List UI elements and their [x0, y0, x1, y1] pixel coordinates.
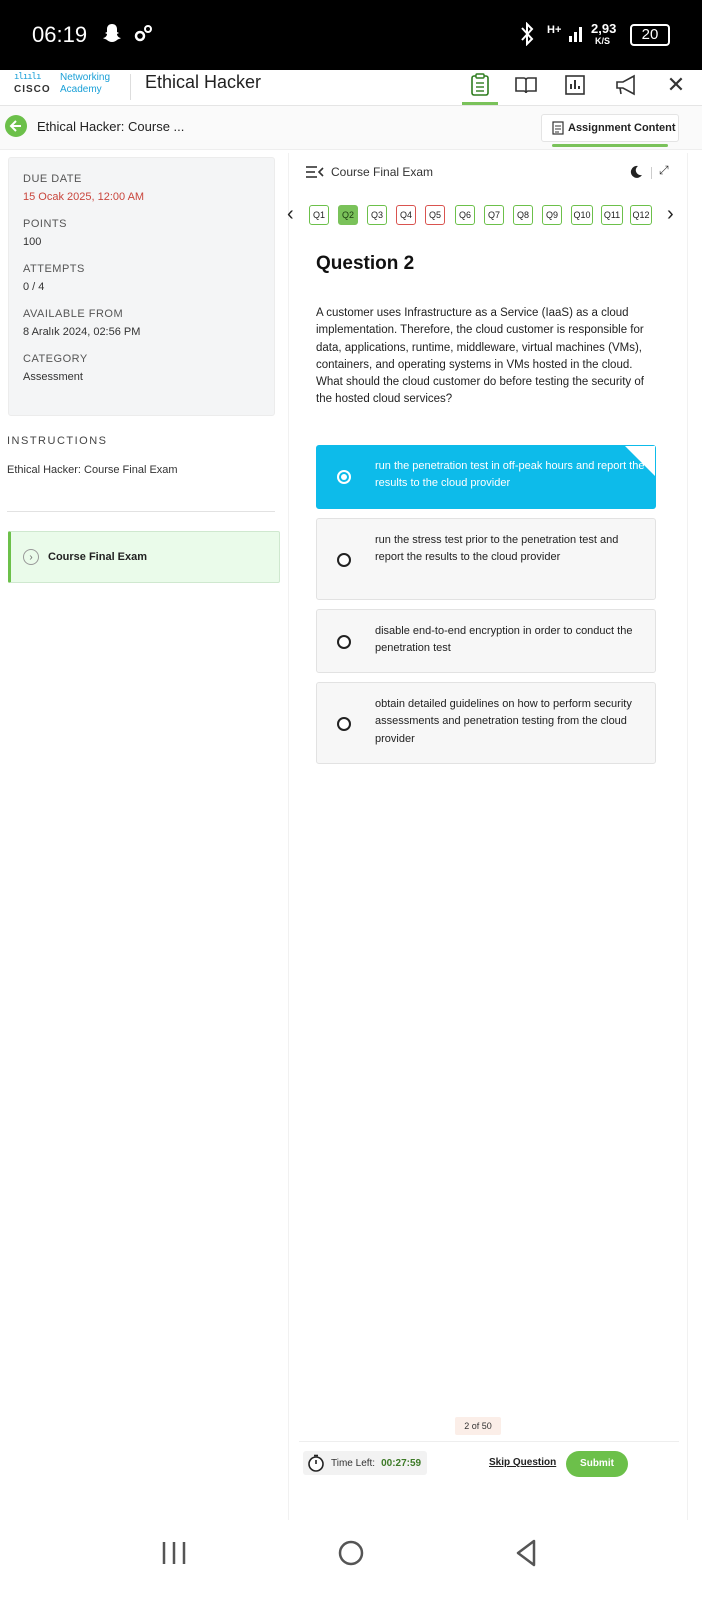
answer-option-text: run the stress test prior to the penetra… — [375, 534, 619, 564]
submit-button[interactable]: Submit — [566, 1451, 628, 1477]
app-title: Ethical Hacker — [145, 72, 262, 92]
breadcrumb-title[interactable]: Ethical Hacker: Course ... — [37, 119, 184, 134]
radio-icon — [337, 635, 351, 649]
exam-panel: Course Final Exam ⤢ ‹ Q1 Q2 Q3 Q4 Q5 Q6 Q7 Q8 Q9… — [287, 153, 689, 1523]
status-time: 06:19 — [32, 22, 88, 47]
network-type: H+ — [547, 24, 562, 36]
due-date-label: DUE DATE — [23, 173, 82, 185]
radio-selected-icon — [337, 470, 351, 484]
cisco-bridge-icon: ılıılı — [14, 72, 41, 82]
header-separator — [651, 167, 652, 179]
radio-icon — [337, 553, 351, 567]
footer-divider — [299, 1441, 679, 1442]
question-button-4[interactable]: Q4 — [396, 205, 416, 225]
battery-indicator: 20 — [630, 24, 670, 46]
category-value: Assessment — [23, 371, 83, 383]
active-tool-underline — [462, 102, 498, 105]
battery-level: 20 — [641, 26, 659, 43]
snapchat-icon — [101, 22, 123, 50]
close-icon[interactable]: ✕ — [661, 70, 691, 100]
timer: Time Left: 00:27:59 — [303, 1451, 427, 1475]
answer-option-3[interactable]: disable end-to-end encryption in order t… — [316, 609, 656, 673]
category-label: CATEGORY — [23, 353, 88, 365]
megaphone-icon[interactable] — [612, 70, 642, 100]
logo-company: CISCO — [14, 84, 51, 95]
breadcrumb-bar: Ethical Hacker: Course ... Assignment Co… — [0, 106, 702, 150]
book-icon[interactable] — [511, 70, 541, 100]
clipboard-list-icon[interactable] — [465, 70, 495, 100]
arrow-left-icon — [9, 120, 21, 132]
answer-option-1[interactable]: run the penetration test in off-peak hou… — [316, 445, 656, 509]
collapse-menu-icon[interactable] — [305, 165, 325, 179]
question-button-12[interactable]: Q12 — [630, 205, 652, 225]
exam-header-title: Course Final Exam — [331, 165, 434, 179]
points-label: POINTS — [23, 218, 67, 230]
module-item-course-final-exam[interactable]: › Course Final Exam — [8, 531, 280, 583]
app-bar: ılıılı CISCO Networking Academy Ethical … — [0, 70, 702, 106]
back-button[interactable] — [5, 115, 27, 137]
question-button-5[interactable]: Q5 — [425, 205, 445, 225]
answer-option-2[interactable]: run the stress test prior to the penetra… — [316, 518, 656, 600]
system-nav-bar — [0, 1520, 702, 1600]
due-date-value: 15 Ocak 2025, 12:00 AM — [23, 191, 145, 203]
chart-icon[interactable] — [560, 70, 590, 100]
logo-divider — [130, 74, 131, 100]
status-bar: 06:19 H+ 2,93 K/S 20 — [0, 0, 702, 70]
answer-option-4[interactable]: obtain detailed guidelines on how to per… — [316, 682, 656, 764]
attempts-value: 0 / 4 — [23, 281, 45, 293]
expand-icon[interactable]: ⤢ — [659, 163, 669, 178]
instructions-text: Ethical Hacker: Course Final Exam — [7, 464, 178, 476]
available-from-label: AVAILABLE FROM — [23, 308, 124, 320]
question-button-8[interactable]: Q8 — [513, 205, 533, 225]
recent-apps-icon[interactable] — [160, 1538, 188, 1568]
home-icon[interactable] — [336, 1538, 366, 1568]
back-nav-icon[interactable] — [512, 1538, 540, 1568]
question-button-1[interactable]: Q1 — [309, 205, 329, 225]
tab-active-underline — [552, 144, 668, 147]
assignment-info-card: DUE DATE 15 Ocak 2025, 12:00 AM POINTS 1… — [8, 157, 275, 416]
logo-networking: Networking — [60, 72, 111, 83]
answer-option-text: obtain detailed guidelines on how to per… — [375, 698, 632, 745]
chevron-right-icon: › — [23, 549, 39, 565]
question-counter: 2 of 50 — [455, 1417, 501, 1435]
question-button-6[interactable]: Q6 — [455, 205, 475, 225]
available-from-value: 8 Aralık 2024, 02:56 PM — [23, 326, 141, 338]
answer-option-text: run the penetration test in off-peak hou… — [375, 460, 645, 490]
attempts-label: ATTEMPTS — [23, 263, 85, 275]
logo-academy: Academy — [60, 84, 102, 95]
selected-corner-marker — [625, 446, 655, 476]
signal-icon — [568, 22, 586, 50]
settings-icon — [132, 22, 154, 50]
module-item-label: Course Final Exam — [48, 551, 148, 563]
question-button-7[interactable]: Q7 — [484, 205, 504, 225]
question-text: A customer uses Infrastructure as a Serv… — [316, 307, 644, 406]
chevron-left-icon[interactable]: ‹ — [287, 203, 294, 226]
chevron-right-icon[interactable]: › — [667, 203, 674, 226]
question-title: Question 2 — [316, 253, 415, 274]
exam-header: Course Final Exam — [305, 165, 433, 179]
dark-mode-icon[interactable] — [629, 165, 643, 179]
question-button-10[interactable]: Q10 — [571, 205, 593, 225]
time-left-value: 00:27:59 — [381, 1457, 422, 1469]
tab-assignment-content[interactable]: Assignment Content — [541, 114, 679, 142]
network-speed-value: 2,93 — [591, 21, 617, 36]
radio-icon — [337, 717, 351, 731]
question-navigator: ‹ Q1 Q2 Q3 Q4 Q5 Q6 Q7 Q8 Q9 Q10 Q11 Q12 › — [287, 203, 689, 229]
question-button-9[interactable]: Q9 — [542, 205, 562, 225]
points-value: 100 — [23, 236, 42, 248]
question-button-2[interactable]: Q2 — [338, 205, 358, 225]
time-left-label: Time Left: — [331, 1457, 376, 1469]
tab-assignment-content-label: Assignment Content — [568, 122, 676, 134]
divider — [7, 511, 275, 512]
answer-option-text: disable end-to-end encryption in order t… — [375, 625, 633, 655]
question-button-3[interactable]: Q3 — [367, 205, 387, 225]
instructions-heading: INSTRUCTIONS — [7, 435, 108, 447]
bluetooth-icon — [519, 21, 535, 52]
network-speed-unit: K/S — [595, 36, 611, 46]
document-icon — [552, 121, 564, 135]
stopwatch-icon — [308, 1454, 324, 1472]
cisco-logo: ılıılı CISCO Networking Academy — [12, 72, 124, 98]
skip-question-link[interactable]: Skip Question — [489, 1457, 556, 1468]
question-button-11[interactable]: Q11 — [601, 205, 623, 225]
